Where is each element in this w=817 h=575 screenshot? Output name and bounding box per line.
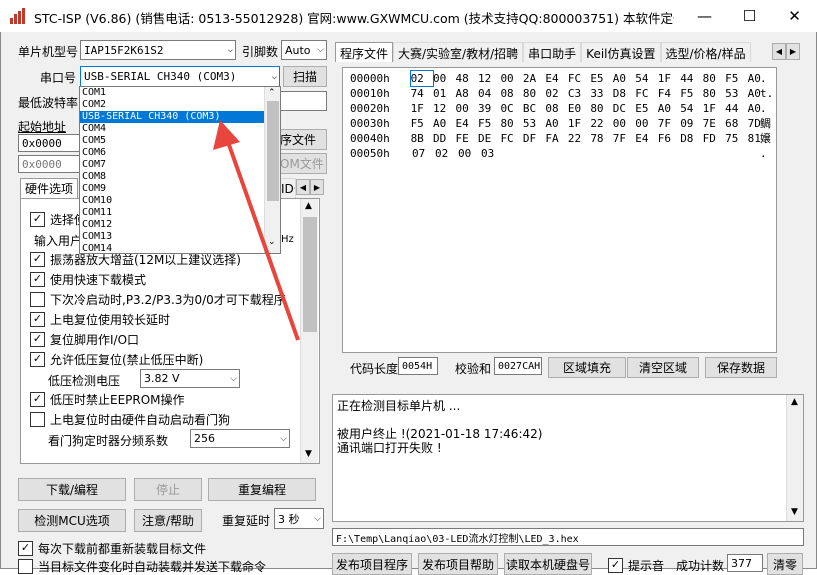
red-arrow-annotation — [213, 120, 300, 341]
arrow-shaft — [226, 141, 300, 341]
arrow-head — [213, 120, 240, 150]
